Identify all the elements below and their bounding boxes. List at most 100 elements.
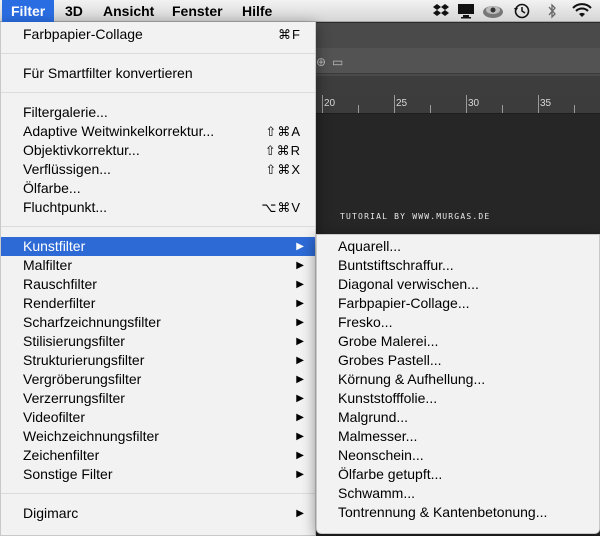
submenu-arrow-icon: ▶ (296, 412, 304, 423)
horizontal-ruler: 20 25 30 35 (316, 95, 600, 114)
submenu-item-kunststofffolie[interactable]: Kunststofffolie... (317, 389, 599, 408)
menu-item-label: Zeichenfilter (23, 447, 100, 463)
kunstfilter-submenu: Aquarell... Buntstiftschraffur... Diagon… (316, 234, 600, 534)
submenu-item-farbpapier-collage[interactable]: Farbpapier-Collage... (317, 294, 599, 313)
ruler-label: 30 (468, 98, 480, 109)
shortcut-label: ⌘F (278, 27, 301, 42)
menu-item-kunstfilter[interactable]: Kunstfilter ▶ (1, 237, 315, 256)
menu-item-label: Strukturierungsfilter (23, 352, 145, 368)
submenu-item-aquarell[interactable]: Aquarell... (317, 237, 599, 256)
submenu-arrow-icon: ▶ (296, 241, 304, 252)
menu-filter[interactable]: Filter (2, 0, 55, 22)
submenu-arrow-icon: ▶ (296, 279, 304, 290)
ruler-tick (574, 105, 575, 113)
menu-item-label: Filtergalerie... (23, 104, 108, 120)
menu-item-rauschfilter[interactable]: Rauschfilter ▶ (1, 275, 315, 294)
ruler-tick (502, 105, 503, 113)
shortcut-label: ⌥⌘V (261, 200, 301, 215)
submenu-item-tontrennung[interactable]: Tontrennung & Kantenbetonung... (317, 503, 599, 522)
menu-item-label: Scharfzeichnungsfilter (23, 314, 161, 330)
menu-item-label: Verflüssigen... (23, 161, 111, 177)
dropbox-icon[interactable] (432, 3, 450, 19)
submenu-arrow-icon: ▶ (296, 298, 304, 309)
menu-item-malfilter[interactable]: Malfilter ▶ (1, 256, 315, 275)
document-tab-strip (316, 76, 600, 96)
submenu-item-grobe-malerei[interactable]: Grobe Malerei... (317, 332, 599, 351)
ruler-tick (430, 105, 431, 113)
submenu-item-koernung-aufhellung[interactable]: Körnung & Aufhellung... (317, 370, 599, 389)
menu-item-label: Stilisierungsfilter (23, 333, 125, 349)
menu-item-vergroeberungsfilter[interactable]: Vergröberungsfilter ▶ (1, 370, 315, 389)
menu-item-oelfarbe[interactable]: Ölfarbe... (1, 179, 315, 198)
submenu-arrow-icon: ▶ (296, 508, 304, 519)
menu-item-farbpapier-collage[interactable]: Farbpapier-Collage ⌘F (1, 25, 315, 44)
submenu-item-grobes-pastell[interactable]: Grobes Pastell... (317, 351, 599, 370)
display-icon[interactable] (456, 3, 476, 19)
menu-item-strukturierungsfilter[interactable]: Strukturierungsfilter ▶ (1, 351, 315, 370)
shortcut-label: ⇧⌘A (265, 124, 301, 139)
video-icon[interactable]: ▭ (332, 55, 343, 69)
submenu-arrow-icon: ▶ (296, 355, 304, 366)
filter-menu: Farbpapier-Collage ⌘F Für Smartfilter ko… (0, 22, 316, 536)
menu-item-smartfilter[interactable]: Für Smartfilter konvertieren (1, 64, 315, 83)
menu-fenster[interactable]: Fenster (163, 0, 232, 22)
submenu-arrow-icon: ▶ (296, 393, 304, 404)
time-machine-icon[interactable] (513, 3, 531, 19)
menu-item-label: Malfilter (23, 257, 73, 273)
menu-item-label: Rauschfilter (23, 276, 97, 292)
submenu-item-fresko[interactable]: Fresko... (317, 313, 599, 332)
menu-bar: Filter 3D Ansicht Fenster Hilfe (0, 0, 600, 22)
ruler-tick (394, 95, 395, 113)
shortcut-label: ⇧⌘X (265, 162, 301, 177)
menu-item-sonstige-filter[interactable]: Sonstige Filter ▶ (1, 465, 315, 484)
menu-item-renderfilter[interactable]: Renderfilter ▶ (1, 294, 315, 313)
ruler-label: 35 (540, 98, 552, 109)
menu-item-label: Verzerrungsfilter (23, 390, 125, 406)
submenu-arrow-icon: ▶ (296, 336, 304, 347)
menu-item-zeichenfilter[interactable]: Zeichenfilter ▶ (1, 446, 315, 465)
menu-item-weichzeichnungsfilter[interactable]: Weichzeichnungsfilter ▶ (1, 427, 315, 446)
camera-icon[interactable] (482, 3, 504, 19)
menu-item-scharfzeichnungsfilter[interactable]: Scharfzeichnungsfilter ▶ (1, 313, 315, 332)
ruler-tick (538, 95, 539, 113)
menu-item-fluchtpunkt[interactable]: Fluchtpunkt... ⌥⌘V (1, 198, 315, 217)
menu-item-objektivkorrektur[interactable]: Objektivkorrektur... ⇧⌘R (1, 141, 315, 160)
options-bar (316, 48, 600, 74)
menu-ansicht[interactable]: Ansicht (94, 0, 163, 22)
menu-item-label: Für Smartfilter konvertieren (23, 65, 193, 81)
menu-item-label: Farbpapier-Collage (23, 26, 143, 42)
menu-item-digimarc[interactable]: Digimarc ▶ (1, 504, 315, 523)
ruler-tick (466, 95, 467, 113)
bluetooth-icon[interactable] (546, 3, 558, 19)
menu-item-label: Vergröberungsfilter (23, 371, 142, 387)
transform-icon[interactable]: ⊕ (316, 55, 326, 69)
menu-item-adaptive-weitwinkel[interactable]: Adaptive Weitwinkelkorrektur... ⇧⌘A (1, 122, 315, 141)
menu-item-videofilter[interactable]: Videofilter ▶ (1, 408, 315, 427)
shortcut-label: ⇧⌘R (264, 143, 301, 158)
submenu-arrow-icon: ▶ (296, 374, 304, 385)
submenu-arrow-icon: ▶ (296, 450, 304, 461)
menu-item-stilisierungsfilter[interactable]: Stilisierungsfilter ▶ (1, 332, 315, 351)
menu-3d[interactable]: 3D (56, 0, 92, 22)
ruler-tick (322, 95, 323, 113)
menu-item-label: Ölfarbe... (23, 180, 81, 196)
tutorial-watermark: TUTORIAL BY WWW.MURGAS.DE (340, 212, 491, 221)
menu-item-verfluessigen[interactable]: Verflüssigen... ⇧⌘X (1, 160, 315, 179)
submenu-item-malmesser[interactable]: Malmesser... (317, 427, 599, 446)
menu-item-verzerrungsfilter[interactable]: Verzerrungsfilter ▶ (1, 389, 315, 408)
submenu-arrow-icon: ▶ (296, 260, 304, 271)
menu-item-label: Digimarc (23, 505, 79, 521)
submenu-item-buntstiftschraffur[interactable]: Buntstiftschraffur... (317, 256, 599, 275)
ruler-tick (358, 105, 359, 113)
submenu-item-neonschein[interactable]: Neonschein... (317, 446, 599, 465)
menu-item-filtergalerie[interactable]: Filtergalerie... (1, 103, 315, 122)
menu-item-label: Videofilter (23, 409, 86, 425)
ruler-label: 20 (324, 98, 336, 109)
menu-hilfe[interactable]: Hilfe (233, 0, 281, 22)
wifi-icon[interactable] (571, 3, 593, 19)
submenu-item-oelfarbe-getupft[interactable]: Ölfarbe getupft... (317, 465, 599, 484)
submenu-item-schwamm[interactable]: Schwamm... (317, 484, 599, 503)
menu-separator (1, 92, 315, 93)
submenu-item-diagonal-verwischen[interactable]: Diagonal verwischen... (317, 275, 599, 294)
submenu-item-malgrund[interactable]: Malgrund... (317, 408, 599, 427)
